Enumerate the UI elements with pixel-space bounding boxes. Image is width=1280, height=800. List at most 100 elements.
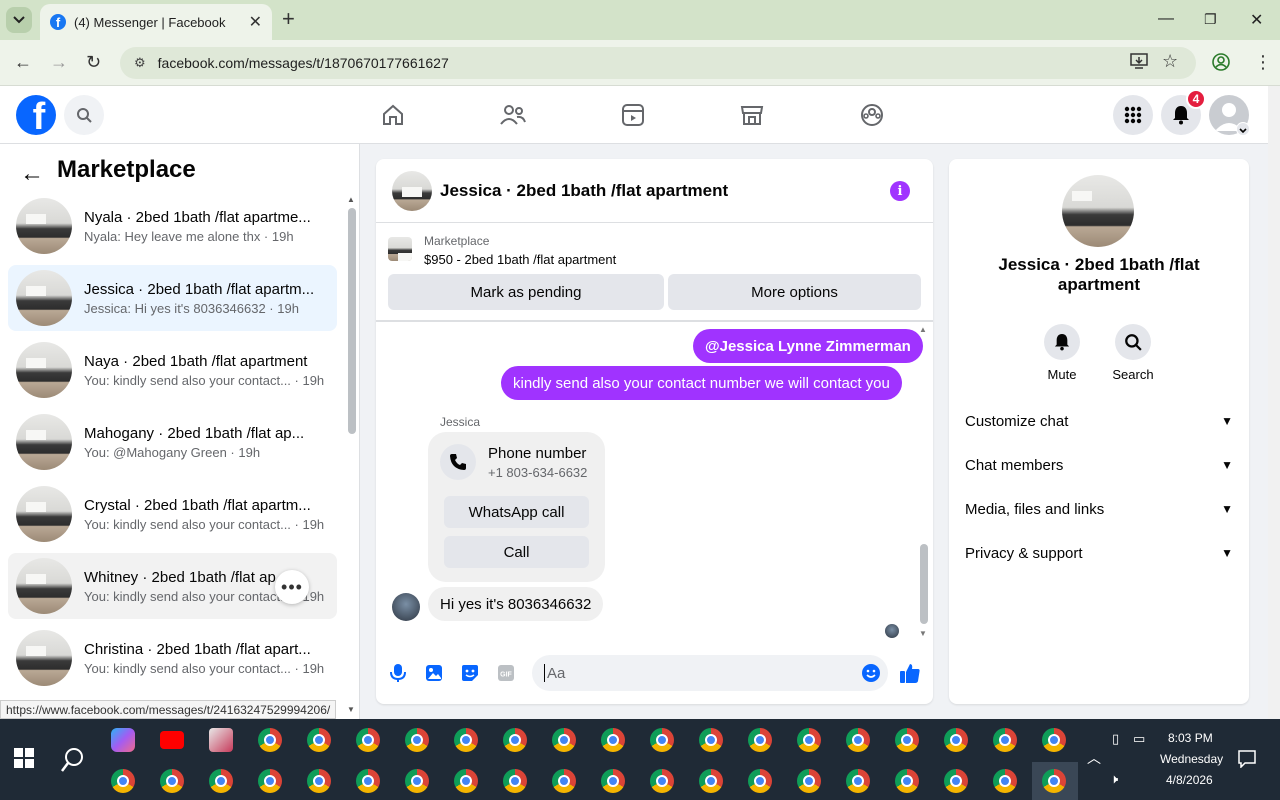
chrome-icon[interactable]: [650, 728, 674, 752]
mute-button[interactable]: Mute: [1032, 324, 1092, 382]
account-chevron-icon[interactable]: [1236, 122, 1250, 136]
marketplace-icon[interactable]: [737, 100, 767, 130]
phone-link-icon[interactable]: ▯: [1112, 731, 1119, 747]
whatsapp-call-button[interactable]: WhatsApp call: [444, 496, 589, 528]
back-arrow-icon[interactable]: ←: [20, 160, 44, 188]
chrome-icon[interactable]: [895, 769, 919, 793]
outgoing-message[interactable]: kindly send also your contact number we …: [501, 366, 902, 400]
taskbar-search-icon[interactable]: [60, 747, 84, 778]
chrome-icon[interactable]: [993, 769, 1017, 793]
chrome-icon[interactable]: [307, 728, 331, 752]
tab-close-icon[interactable]: ✕: [249, 12, 262, 32]
image-icon[interactable]: [423, 662, 445, 684]
chrome-icon[interactable]: [699, 769, 723, 793]
reload-icon[interactable]: ↻: [86, 52, 101, 73]
chrome-icon[interactable]: [895, 728, 919, 752]
sender-avatar[interactable]: [392, 593, 420, 621]
search-conversation-button[interactable]: Search: [1103, 324, 1163, 382]
microphone-icon[interactable]: [387, 662, 409, 684]
conversation-item[interactable]: Crystal · 2bed 1bath /flat apartm... You:…: [8, 481, 337, 547]
conversation-item[interactable]: Mahogany · 2bed 1bath /flat ap... You: @M…: [8, 409, 337, 475]
scroll-down-icon[interactable]: ▼: [919, 629, 927, 638]
menu-grid-button[interactable]: [1113, 95, 1153, 135]
windows-start-icon[interactable]: [14, 748, 34, 768]
chrome-icon[interactable]: [454, 728, 478, 752]
tab-search-button[interactable]: [6, 7, 32, 33]
conversation-item[interactable]: Christina · 2bed 1bath /flat apart... You…: [8, 625, 337, 691]
mark-as-pending-button[interactable]: Mark as pending: [388, 274, 664, 310]
chrome-icon[interactable]: [356, 769, 380, 793]
browser-menu-icon[interactable]: ⋮: [1254, 52, 1272, 73]
outgoing-message[interactable]: @Jessica Lynne Zimmerman: [693, 329, 923, 363]
chrome-icon[interactable]: [552, 728, 576, 752]
customize-chat-section[interactable]: Customize chat ▼: [965, 409, 1233, 433]
chrome-icon[interactable]: [209, 769, 233, 793]
call-button[interactable]: Call: [444, 536, 589, 568]
chrome-icon[interactable]: [160, 769, 184, 793]
chrome-icon[interactable]: [111, 769, 135, 793]
chrome-icon[interactable]: [356, 728, 380, 752]
chat-members-section[interactable]: Chat members ▼: [965, 453, 1233, 477]
new-tab-icon[interactable]: +: [282, 8, 295, 30]
facebook-logo-icon[interactable]: f: [16, 95, 56, 135]
chrome-icon[interactable]: [1042, 728, 1066, 752]
conversation-item-active[interactable]: Jessica · 2bed 1bath /flat apartm... Jess…: [8, 265, 337, 331]
chrome-icon[interactable]: [846, 769, 870, 793]
emoji-icon[interactable]: [860, 662, 882, 684]
gif-icon[interactable]: GIF: [495, 662, 517, 684]
browser-tab[interactable]: f (4) Messenger | Facebook ✕: [40, 4, 272, 40]
chat-header[interactable]: Jessica · 2bed 1bath /flat apartment: [376, 159, 933, 223]
chrome-icon[interactable]: [601, 769, 625, 793]
chrome-icon[interactable]: [552, 769, 576, 793]
chrome-icon[interactable]: [797, 728, 821, 752]
chrome-icon[interactable]: [454, 769, 478, 793]
profile-icon[interactable]: [1212, 53, 1230, 76]
incoming-message[interactable]: Hi yes it's 8036346632: [428, 587, 604, 621]
chrome-icon[interactable]: [748, 769, 772, 793]
video-icon[interactable]: [618, 100, 648, 130]
youtube-icon[interactable]: [160, 731, 184, 749]
clock-time[interactable]: 8:03 PM: [1168, 731, 1213, 745]
media-files-links-section[interactable]: Media, files and links ▼: [965, 497, 1233, 521]
scroll-up-icon[interactable]: ▲: [347, 195, 355, 204]
chrome-icon[interactable]: [797, 769, 821, 793]
chrome-icon[interactable]: [699, 728, 723, 752]
install-app-icon[interactable]: [1130, 53, 1148, 74]
minimize-icon[interactable]: —: [1158, 10, 1174, 28]
conversation-list-scrollbar[interactable]: [348, 208, 356, 434]
chrome-icon[interactable]: [650, 769, 674, 793]
page-scrollbar[interactable]: [1268, 86, 1280, 719]
scroll-down-icon[interactable]: ▼: [347, 705, 355, 714]
clock-date[interactable]: 4/8/2026: [1166, 773, 1213, 787]
network-icon[interactable]: ▭: [1133, 731, 1145, 747]
privacy-support-section[interactable]: Privacy & support ▼: [965, 541, 1233, 565]
chrome-icon[interactable]: [258, 769, 282, 793]
chrome-icon[interactable]: [503, 769, 527, 793]
thumbs-up-icon[interactable]: [899, 662, 921, 684]
chrome-icon[interactable]: [258, 728, 282, 752]
chrome-icon[interactable]: [944, 728, 968, 752]
chrome-icon[interactable]: [846, 728, 870, 752]
conversation-item[interactable]: Naya · 2bed 1bath /flat apartment You: ki…: [8, 337, 337, 403]
chrome-icon-active[interactable]: [1042, 769, 1066, 793]
forward-icon[interactable]: →: [50, 52, 68, 73]
chat-scrollbar[interactable]: [920, 544, 928, 624]
window-close-icon[interactable]: ✕: [1250, 10, 1263, 30]
chrome-icon[interactable]: [748, 728, 772, 752]
bookmark-star-icon[interactable]: ☆: [1162, 51, 1178, 72]
facebook-search-button[interactable]: [64, 95, 104, 135]
contact-card[interactable]: Phone number +1 803-634-6632 WhatsApp ca…: [428, 432, 605, 582]
friends-icon[interactable]: [498, 100, 528, 130]
home-icon[interactable]: [378, 100, 408, 130]
chrome-icon[interactable]: [307, 769, 331, 793]
chrome-icon[interactable]: [944, 769, 968, 793]
site-info-icon[interactable]: ⚙: [134, 55, 146, 71]
url-omnibox[interactable]: ⚙ facebook.com/messages/t/18706701776616…: [120, 47, 1196, 79]
chrome-icon[interactable]: [601, 728, 625, 752]
conversation-item[interactable]: Nyala · 2bed 1bath /flat apartme... Nyala…: [8, 193, 337, 259]
notification-center-icon[interactable]: [1238, 750, 1256, 773]
scroll-up-icon[interactable]: ▲: [919, 325, 927, 334]
chrome-icon[interactable]: [405, 728, 429, 752]
chrome-icon[interactable]: [503, 728, 527, 752]
paint-app-icon[interactable]: [209, 728, 233, 752]
